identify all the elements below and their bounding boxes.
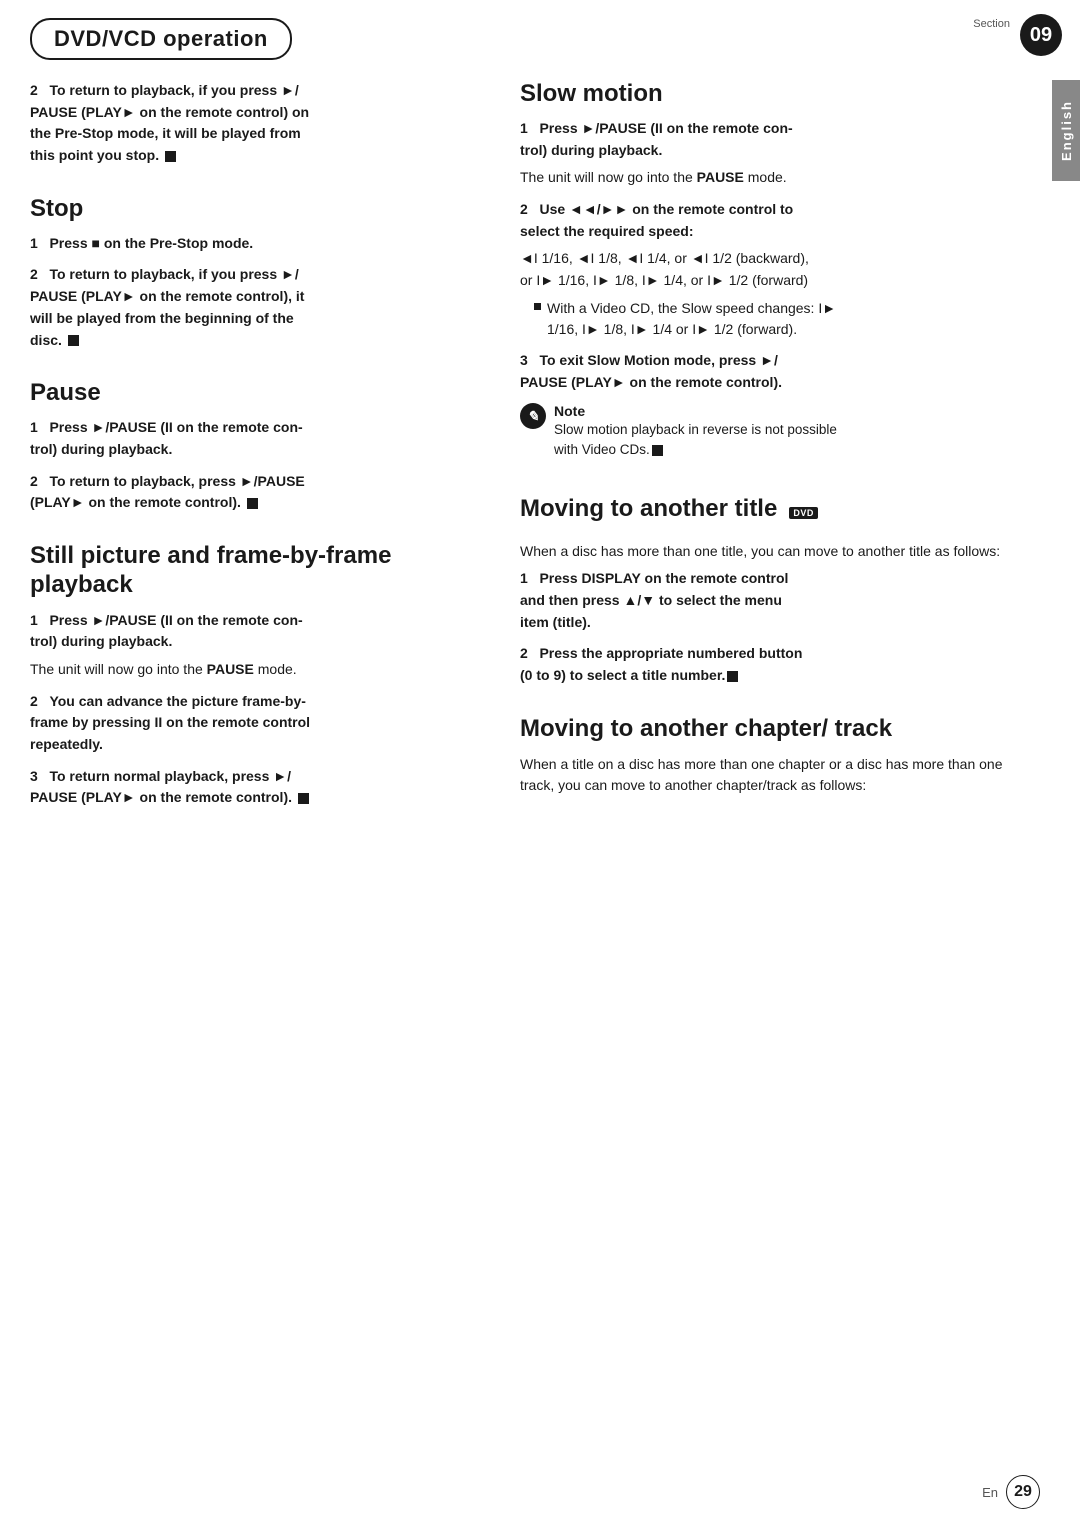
slow-step1: 1 Press ►/PAUSE (II on the remote con-tr… xyxy=(520,118,1022,189)
still-picture-section: Still picture and frame-by-frame playbac… xyxy=(30,542,490,809)
note-text: Slow motion playback in reverse is not p… xyxy=(554,420,837,461)
still-step3-bold: 3 To return normal playback, press ►/PAU… xyxy=(30,768,292,806)
moving-title-step2: 2 Press the appropriate numbered button(… xyxy=(520,643,1022,686)
moving-title-step1: 1 Press DISPLAY on the remote controland… xyxy=(520,568,1022,633)
slow-step3-bold: 3 To exit Slow Motion mode, press ►/PAUS… xyxy=(520,352,782,390)
stop-icon-stop xyxy=(68,335,79,346)
moving-chapter-intro: When a title on a disc has more than one… xyxy=(520,754,1022,797)
pause-step2-bold: 2 To return to playback, press ►/PAUSE(P… xyxy=(30,473,305,511)
slow-step2-vcd: With a Video CD, the Slow speed changes:… xyxy=(534,298,1022,340)
section-label: Section xyxy=(973,18,1010,30)
moving-title-step1-bold: 1 Press DISPLAY on the remote controland… xyxy=(520,570,788,629)
language-label: English xyxy=(1059,88,1074,173)
pause-step2: 2 To return to playback, press ►/PAUSE(P… xyxy=(30,471,490,514)
english-sidebar: English xyxy=(1052,80,1080,181)
footer-page-number: 29 xyxy=(1006,1475,1040,1509)
stop-icon-note xyxy=(652,445,663,456)
pause-step1-bold: 1 Press ►/PAUSE (II on the remote con-tr… xyxy=(30,419,303,457)
note-icon: ✎ xyxy=(520,403,546,429)
pause-title: Pause xyxy=(30,379,490,407)
page-header: DVD/VCD operation Section 09 xyxy=(0,0,1080,70)
header-title-box: DVD/VCD operation xyxy=(30,18,292,60)
slow-motion-section: Slow motion 1 Press ►/PAUSE (II on the r… xyxy=(520,80,1022,467)
slow-step1-bold: 1 Press ►/PAUSE (II on the remote con-tr… xyxy=(520,120,793,158)
stop-icon-pause xyxy=(247,498,258,509)
page-footer: En 29 xyxy=(0,1475,1080,1509)
intro-prestop-block: 2 To return to playback, if you press ►/… xyxy=(30,80,490,167)
slow-step3: 3 To exit Slow Motion mode, press ►/PAUS… xyxy=(520,350,1022,393)
header-title: DVD/VCD operation xyxy=(54,26,268,51)
note-content-area: Note Slow motion playback in reverse is … xyxy=(554,403,837,467)
slow-note-box: ✎ Note Slow motion playback in reverse i… xyxy=(520,403,1022,467)
stop-step2: 2 To return to playback, if you press ►/… xyxy=(30,264,490,351)
still-step1: 1 Press ►/PAUSE (II on the remote con-tr… xyxy=(30,610,490,681)
note-label: Note xyxy=(554,403,585,419)
main-content: 2 To return to playback, if you press ►/… xyxy=(0,70,1080,851)
footer-en-label: En xyxy=(982,1485,998,1500)
page-container: DVD/VCD operation Section 09 English 2 T… xyxy=(0,0,1080,1529)
dvd-badge: DVD xyxy=(789,507,818,519)
stop-title: Stop xyxy=(30,195,490,223)
still-step1-bold: 1 Press ►/PAUSE (II on the remote con-tr… xyxy=(30,612,303,650)
moving-title-intro: When a disc has more than one title, you… xyxy=(520,541,1022,563)
note-icon-symbol: ✎ xyxy=(527,408,539,425)
still-picture-title: Still picture and frame-by-frame playbac… xyxy=(30,542,490,600)
bullet-square-icon xyxy=(534,303,541,310)
moving-title-step2-bold: 2 Press the appropriate numbered button(… xyxy=(520,645,802,683)
still-step1-normal: The unit will now go into the PAUSE mode… xyxy=(30,659,490,681)
moving-chapter-section: Moving to another chapter/ track When a … xyxy=(520,715,1022,797)
still-step2: 2 You can advance the picture frame-by-f… xyxy=(30,691,490,756)
moving-title-heading: Moving to another title DVD xyxy=(520,495,1022,533)
stop-icon-intro xyxy=(165,151,176,162)
moving-title-text: Moving to another title xyxy=(520,495,777,523)
intro-step2: 2 To return to playback, if you press ►/… xyxy=(30,80,490,167)
slow-step2-bold: 2 Use ◄◄/►► on the remote control tosele… xyxy=(520,201,793,239)
stop-section: Stop 1 Press ■ on the Pre-Stop mode. 2 T… xyxy=(30,195,490,351)
left-column: 2 To return to playback, if you press ►/… xyxy=(30,80,490,831)
stop-step1: 1 Press ■ on the Pre-Stop mode. xyxy=(30,233,490,255)
slow-step2: 2 Use ◄◄/►► on the remote control tosele… xyxy=(520,199,1022,340)
moving-title-section: Moving to another title DVD When a disc … xyxy=(520,495,1022,687)
stop-step1-bold: 1 Press ■ on the Pre-Stop mode. xyxy=(30,235,253,251)
still-step2-bold: 2 You can advance the picture frame-by-f… xyxy=(30,693,310,752)
moving-chapter-title: Moving to another chapter/ track xyxy=(520,715,1022,744)
slow-motion-title: Slow motion xyxy=(520,80,1022,108)
slow-step2-speeds: ◄I 1/16, ◄I 1/8, ◄I 1/4, or ◄I 1/2 (back… xyxy=(520,248,1022,291)
section-badge: 09 xyxy=(1020,14,1062,56)
pause-section: Pause 1 Press ►/PAUSE (II on the remote … xyxy=(30,379,490,514)
right-column: Slow motion 1 Press ►/PAUSE (II on the r… xyxy=(520,80,1050,831)
stop-icon-still xyxy=(298,793,309,804)
slow-step1-normal: The unit will now go into the PAUSE mode… xyxy=(520,167,1022,189)
stop-icon-moving-title xyxy=(727,671,738,682)
still-step3: 3 To return normal playback, press ►/PAU… xyxy=(30,766,490,809)
pause-step1: 1 Press ►/PAUSE (II on the remote con-tr… xyxy=(30,417,490,460)
